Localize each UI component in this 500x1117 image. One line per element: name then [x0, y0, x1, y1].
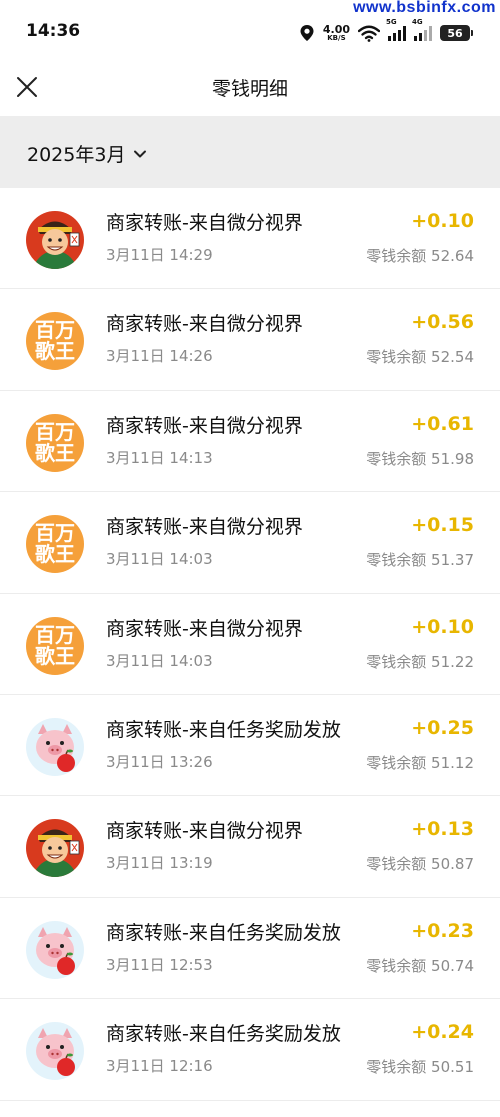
- transaction-time: 3月11日 14:13: [106, 448, 213, 467]
- transaction-balance: 零钱余额 50.74: [366, 956, 474, 975]
- transaction-amount: +0.13: [411, 818, 474, 841]
- month-filter-bar: 2025年3月: [0, 116, 500, 188]
- watermark: www.bsbinfx.com: [353, 0, 496, 16]
- transaction-row[interactable]: 百万 歌王 商家转账-来自微分视界 3月11日 14:13 +0.61 零钱余额 51…: [0, 390, 500, 493]
- transaction-balance: 零钱余额 51.12: [366, 753, 474, 772]
- transaction-title: 商家转账-来自微分视界: [106, 820, 303, 843]
- transaction-balance: 零钱余额 50.87: [366, 855, 474, 874]
- network-speed-unit: KB/S: [327, 34, 346, 42]
- logo-text-top: 百万: [35, 622, 75, 647]
- transaction-amount: +0.23: [411, 919, 474, 942]
- month-selector[interactable]: 2025年3月: [27, 140, 147, 167]
- transaction-title: 商家转账-来自任务奖励发放: [106, 1023, 341, 1046]
- transaction-amount: +0.10: [411, 210, 474, 232]
- baiwan-gewang-logo-icon: 百万 歌王: [26, 312, 84, 371]
- transaction-balance: 零钱余额 51.37: [366, 551, 474, 570]
- pig-with-apple-icon: [26, 717, 84, 776]
- baiwan-gewang-logo-icon: 百万 歌王: [26, 413, 84, 472]
- transaction-time: 3月11日 14:26: [106, 347, 213, 366]
- page-title: 零钱明细: [211, 78, 288, 100]
- baiwan-gewang-logo-icon: 百万 歌王: [26, 616, 84, 675]
- transaction-row[interactable]: 商家转账-来自微分视界 3月11日 14:29 +0.10 零钱余额 52.64: [0, 188, 500, 290]
- transaction-row[interactable]: 商家转账-来自任务奖励发放 3月11日 12:16 +0.24 零钱余额 50.51: [0, 999, 500, 1101]
- transaction-row[interactable]: 百万 歌王 商家转账-来自微分视界 3月11日 14:26 +0.56 零钱余额 52…: [0, 289, 500, 391]
- baiwan-gewang-logo-icon: 百万 歌王: [26, 515, 84, 574]
- month-label: 2025年3月: [27, 144, 126, 166]
- transaction-time: 3月11日 14:03: [106, 651, 213, 670]
- transaction-balance: 零钱余额 51.98: [366, 449, 474, 468]
- transaction-row[interactable]: 商家转账-来自任务奖励发放 3月11日 13:26 +0.25 零钱余额 51.12: [0, 694, 500, 797]
- transaction-time: 3月11日 12:16: [106, 1057, 213, 1076]
- location-icon: [300, 25, 314, 41]
- transaction-row[interactable]: 百万 歌王 商家转账-来自微分视界 3月11日 14:03 +0.15 零钱余额 51…: [0, 492, 500, 594]
- logo-text-bottom: 歌王: [35, 440, 75, 465]
- logo-text-bottom: 歌王: [35, 339, 75, 364]
- logo-text-top: 百万: [35, 318, 75, 343]
- transaction-row[interactable]: 商家转账-来自微分视界 3月11日 13:19 +0.13 零钱余额 50.87: [0, 796, 500, 898]
- logo-text-top: 百万: [35, 521, 75, 546]
- logo-text-top: 百万: [35, 419, 75, 444]
- transaction-time: 3月11日 13:26: [106, 752, 213, 771]
- transaction-title: 商家转账-来自微分视界: [106, 617, 303, 640]
- network-speed: 4.00 KB/S: [323, 24, 350, 42]
- chevron-down-icon: [134, 150, 147, 157]
- status-time: 14:36: [26, 21, 81, 41]
- transaction-time: 3月11日 14:03: [106, 550, 213, 569]
- transaction-time: 3月11日 12:53: [106, 955, 213, 974]
- transaction-title: 商家转账-来自微分视界: [106, 414, 303, 437]
- pig-with-apple-icon: [26, 920, 84, 979]
- transaction-title: 商家转账-来自任务奖励发放: [106, 921, 341, 944]
- transaction-balance: 零钱余额 51.22: [366, 652, 474, 671]
- transaction-amount: +0.24: [411, 1021, 474, 1044]
- wifi-icon: [358, 25, 380, 42]
- logo-text-bottom: 歌王: [35, 542, 75, 567]
- cartoon-hero-avatar-icon: [26, 211, 84, 269]
- transaction-time: 3月11日 13:19: [106, 854, 213, 873]
- transaction-time: 3月11日 14:29: [106, 246, 213, 264]
- transaction-amount: +0.25: [411, 716, 474, 739]
- pig-with-apple-icon: [26, 1022, 84, 1081]
- signal-sim2-label: 4G: [412, 18, 423, 26]
- transaction-title: 商家转账-来自任务奖励发放: [106, 718, 341, 741]
- status-icons: 4.00 KB/S 5G 4G 56: [299, 18, 473, 44]
- transaction-title: 商家转账-来自微分视界: [106, 313, 303, 336]
- transaction-row[interactable]: 商家转账-来自任务奖励发放 3月11日 12:53 +0.23 零钱余额 50.74: [0, 897, 500, 1000]
- logo-text-bottom: 歌王: [35, 643, 75, 668]
- battery-level: 56: [447, 26, 463, 40]
- transaction-amount: +0.56: [411, 311, 474, 334]
- transaction-amount: +0.61: [411, 412, 474, 435]
- transaction-amount: +0.10: [411, 615, 474, 638]
- battery-icon: 56: [440, 25, 473, 41]
- nav-bar: 零钱明细: [0, 62, 500, 116]
- transaction-title: 商家转账-来自微分视界: [106, 212, 303, 234]
- cartoon-hero-avatar-icon: [26, 819, 84, 878]
- transaction-title: 商家转账-来自微分视界: [106, 516, 303, 539]
- transaction-list: 商家转账-来自微分视界 3月11日 14:29 +0.10 零钱余额 52.64 百万…: [0, 188, 500, 1101]
- signal-sim2-icon: 4G: [412, 18, 432, 41]
- transaction-balance: 零钱余额 52.64: [366, 247, 474, 265]
- transaction-row[interactable]: 百万 歌王 商家转账-来自微分视界 3月11日 14:03 +0.10 零钱余额 51…: [0, 593, 500, 695]
- signal-sim1-icon: 5G: [386, 18, 406, 41]
- transaction-balance: 零钱余额 50.51: [366, 1058, 474, 1077]
- status-bar: 14:36 4.00 KB/S 5G 4G 56 www.bsbinfx.com: [0, 0, 500, 62]
- transaction-amount: +0.15: [411, 514, 474, 537]
- signal-sim1-label: 5G: [386, 18, 397, 26]
- transaction-balance: 零钱余额 52.54: [366, 348, 474, 367]
